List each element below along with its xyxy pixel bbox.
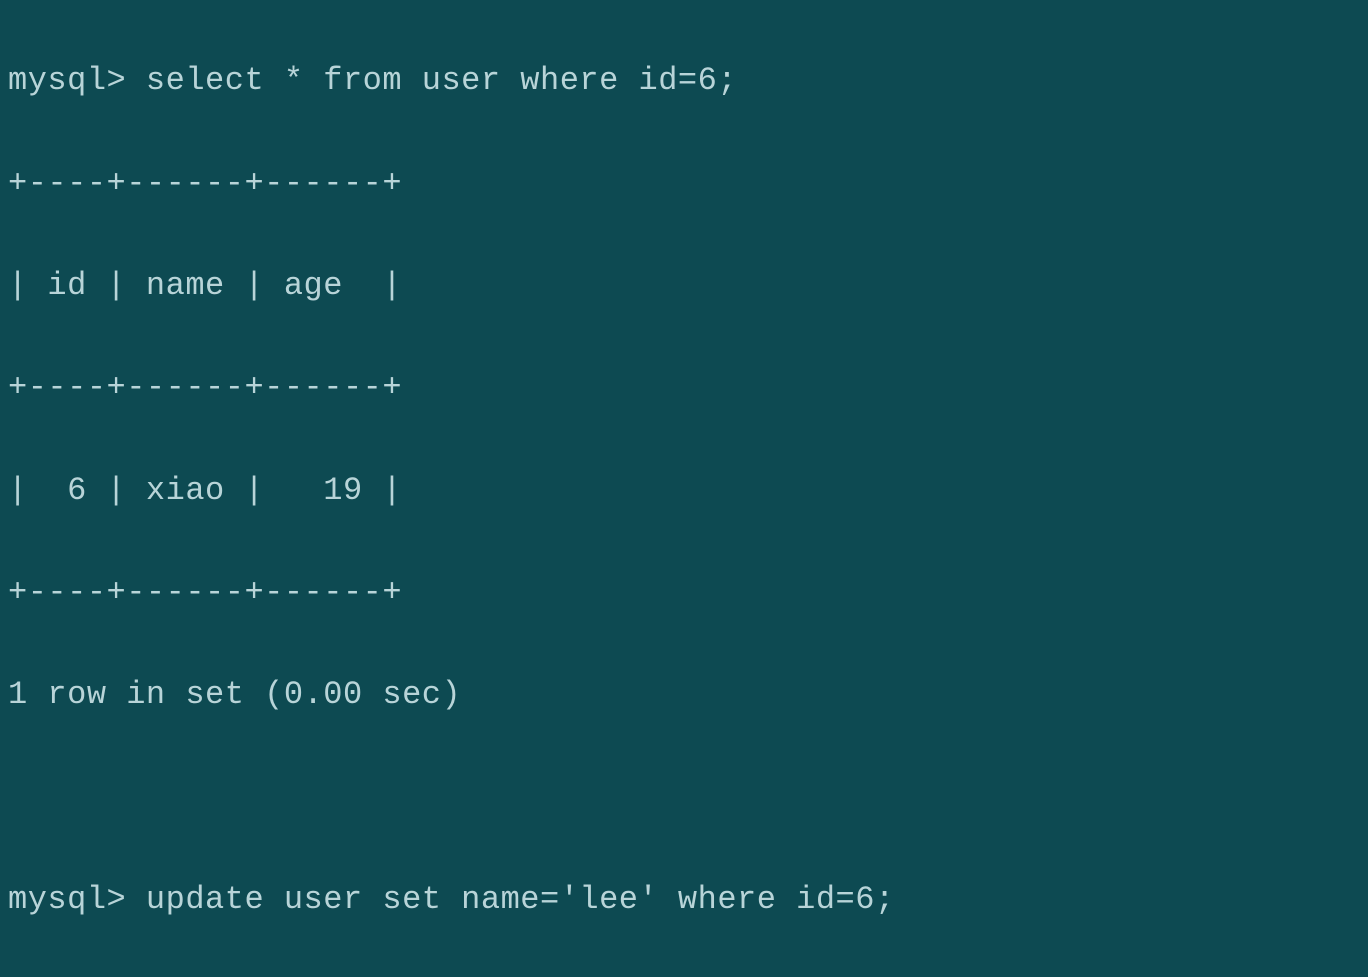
table-border-top: +----+------+------+ — [8, 158, 1360, 209]
command-line-1: mysql> select * from user where id=6; — [8, 55, 1360, 106]
table-header-row: | id | name | age | — [8, 260, 1360, 311]
table-border-bottom: +----+------+------+ — [8, 567, 1360, 618]
update-query: update user set name='lee' where id=6; — [146, 881, 895, 918]
table-border-mid: +----+------+------+ — [8, 362, 1360, 413]
mysql-terminal[interactable]: mysql> select * from user where id=6; +-… — [8, 4, 1360, 977]
select-query: select * from user where id=6; — [146, 62, 737, 99]
mysql-prompt: mysql> — [8, 62, 126, 99]
blank-line — [8, 772, 1360, 823]
command-line-2: mysql> update user set name='lee' where … — [8, 874, 1360, 925]
table-row: | 6 | xiao | 19 | — [8, 465, 1360, 516]
query-status: 1 row in set (0.00 sec) — [8, 669, 1360, 720]
mysql-prompt: mysql> — [8, 881, 126, 918]
